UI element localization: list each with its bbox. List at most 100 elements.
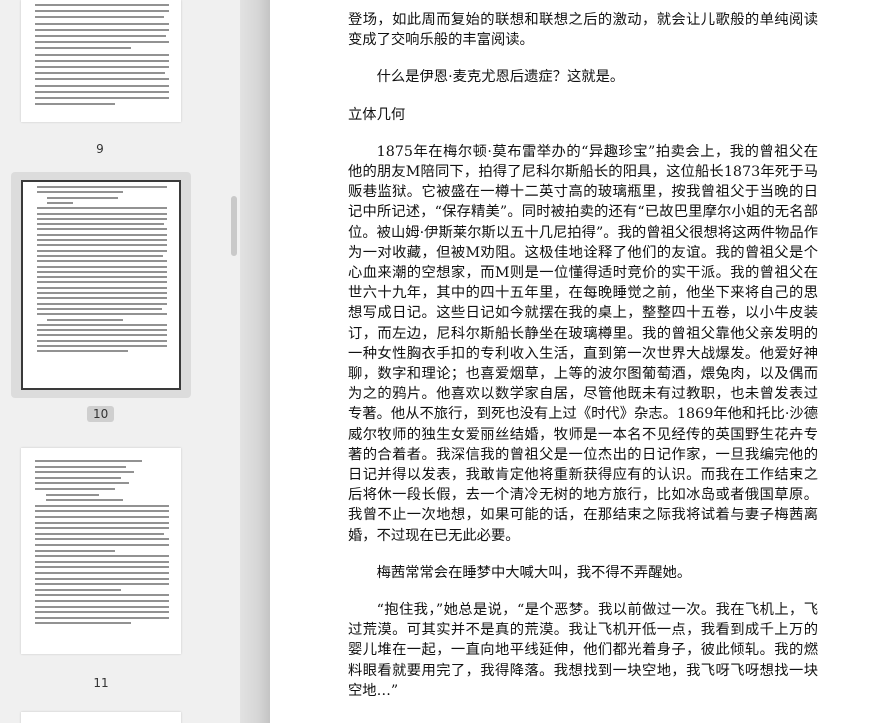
thumbnail-text-line	[35, 460, 143, 462]
thumbnail-page-number: 9	[96, 142, 104, 156]
thumbnail-page-image	[21, 0, 181, 122]
thumbnail-text-line	[35, 611, 169, 614]
thumbnail-text-line	[37, 254, 164, 257]
thumbnail-sidebar: 9 10 11	[0, 0, 228, 723]
thumbnail-text-line	[37, 233, 167, 236]
thumbnail-text-line	[37, 212, 167, 215]
thumbnail-text-line	[35, 53, 169, 56]
thumbnail-text-line	[37, 244, 167, 247]
thumbnail-text-line	[35, 605, 169, 608]
thumbnail-page-10[interactable]	[11, 172, 191, 398]
paragraph: 梅茜常常会在睡梦中大喊大叫，我不得不弄醒她。	[376, 564, 692, 581]
thumbnail-text-line	[35, 22, 169, 25]
thumbnail-text-line	[37, 350, 128, 353]
thumbnail-text-line	[47, 318, 123, 321]
thumbnail-text-line	[35, 622, 132, 625]
thumbnail-text-line	[35, 583, 169, 586]
thumbnail-text-line	[35, 510, 169, 513]
thumbnail-page-image	[21, 712, 181, 723]
thumbnail-text-line	[37, 339, 167, 342]
section-heading: 立体几何	[348, 106, 406, 123]
thumbnail-text-line	[35, 41, 169, 44]
thumbnail-text-line	[37, 307, 162, 310]
thumbnail-text-line	[37, 276, 167, 279]
thumbnail-text-line	[37, 186, 167, 188]
thumbnail-text-line	[35, 544, 169, 546]
thumbnail-page-image	[21, 180, 181, 390]
thumbnail-text-line	[35, 4, 169, 6]
sidebar-scrollbar[interactable]	[228, 0, 240, 723]
thumbnail-text-line	[35, 577, 169, 580]
paragraph: 什么是伊恩·麦克尤恩后遗症？这就是。	[376, 69, 625, 86]
thumbnail-page-number: 10	[87, 406, 115, 422]
thumbnail-text-line	[37, 239, 167, 241]
thumbnail-text-line	[37, 191, 123, 194]
thumbnail-text-line	[35, 566, 169, 569]
thumbnail-text-line	[35, 516, 169, 518]
thumbnail-text-line	[37, 334, 167, 337]
thumbnail-text-line	[37, 313, 167, 316]
thumbnail-text-line	[47, 201, 74, 204]
thumbnail-text-line	[37, 281, 167, 284]
thumbnail-text-line	[37, 265, 167, 268]
thumbnail-text-line	[35, 16, 164, 19]
thumbnail-text-line	[37, 302, 167, 305]
thumbnail-text-line	[35, 28, 169, 31]
thumbnail-text-line	[35, 616, 169, 619]
thumbnail-text-line	[35, 78, 169, 81]
thumbnail-text-line	[35, 572, 169, 574]
thumbnail-text-line	[37, 260, 167, 263]
thumbnail-text-line	[35, 549, 116, 552]
thumbnail-text-line	[35, 59, 169, 62]
thumbnail-text-line	[37, 249, 167, 252]
thumbnail-text-line	[35, 504, 169, 507]
sidebar-scrollbar-thumb[interactable]	[231, 196, 237, 256]
thumbnail-text-line	[35, 35, 167, 37]
thumbnail-text-line	[37, 323, 167, 326]
thumbnail-page-9[interactable]	[11, 0, 191, 130]
thumbnail-text-line	[35, 594, 169, 597]
thumbnail-text-line	[35, 47, 132, 50]
thumbnail-text-line	[35, 97, 169, 99]
thumbnail-text-line	[37, 207, 167, 210]
document-page: 登场，如此周而复始的联想和联想之后的激动，就会让儿歌般的单纯阅读变成了交响乐般的…	[270, 0, 878, 723]
thumbnail-page-11[interactable]	[11, 440, 191, 665]
thumbnail-text-line	[35, 471, 135, 474]
thumbnail-text-line	[35, 66, 169, 68]
paragraph: 登场，如此周而复始的联想和联想之后的激动，就会让儿歌般的单纯阅读变成了交响乐般的…	[348, 12, 818, 49]
thumbnail-text-line	[37, 217, 167, 220]
thumbnail-text-line	[35, 476, 121, 479]
thumbnail-text-line	[37, 345, 167, 347]
thumbnail-text-line	[35, 538, 169, 541]
thumbnail-text-line	[35, 521, 169, 524]
thumbnail-text-line	[35, 527, 169, 530]
thumbnail-page-12[interactable]	[11, 704, 191, 723]
thumbnail-text-line	[35, 465, 127, 468]
thumbnail-text-line	[37, 286, 167, 289]
paragraph: “抱住我，”她总是说，“是个恶梦。我以前做过一次。我在飞机上，飞过荒漠。可其实并…	[348, 602, 818, 699]
thumbnail-text-line	[37, 270, 167, 273]
thumbnail-text-line	[37, 292, 167, 294]
paragraph: 1875年在梅尔顿·莫布雷举办的“异趣珍宝”拍卖会上，我的曾祖父在他的朋友M陪同…	[348, 143, 818, 544]
thumbnail-text-line	[35, 600, 169, 602]
viewer-background	[240, 0, 270, 723]
thumbnail-text-line	[45, 499, 124, 502]
thumbnail-text-line	[35, 482, 129, 485]
thumbnail-text-line	[35, 555, 169, 558]
document-text: 登场，如此周而复始的联想和联想之后的激动，就会让儿歌般的单纯阅读变成了交响乐般的…	[348, 10, 818, 701]
thumbnail-text-line	[37, 329, 167, 332]
thumbnail-text-line	[35, 72, 165, 75]
thumbnail-page-image	[21, 448, 181, 654]
thumbnail-text-line	[35, 488, 116, 490]
thumbnail-text-line	[35, 84, 169, 87]
thumbnail-text-line	[45, 493, 100, 496]
thumbnail-text-line	[35, 90, 169, 93]
thumbnail-page-number: 11	[93, 676, 109, 690]
thumbnail-text-line	[35, 532, 164, 535]
thumbnail-text-line	[35, 103, 116, 106]
thumbnail-text-line	[47, 196, 118, 199]
thumbnail-text-line	[37, 223, 165, 226]
thumbnail-text-line	[37, 228, 167, 231]
thumbnail-text-line	[37, 297, 167, 300]
thumbnail-text-line	[35, 560, 169, 563]
